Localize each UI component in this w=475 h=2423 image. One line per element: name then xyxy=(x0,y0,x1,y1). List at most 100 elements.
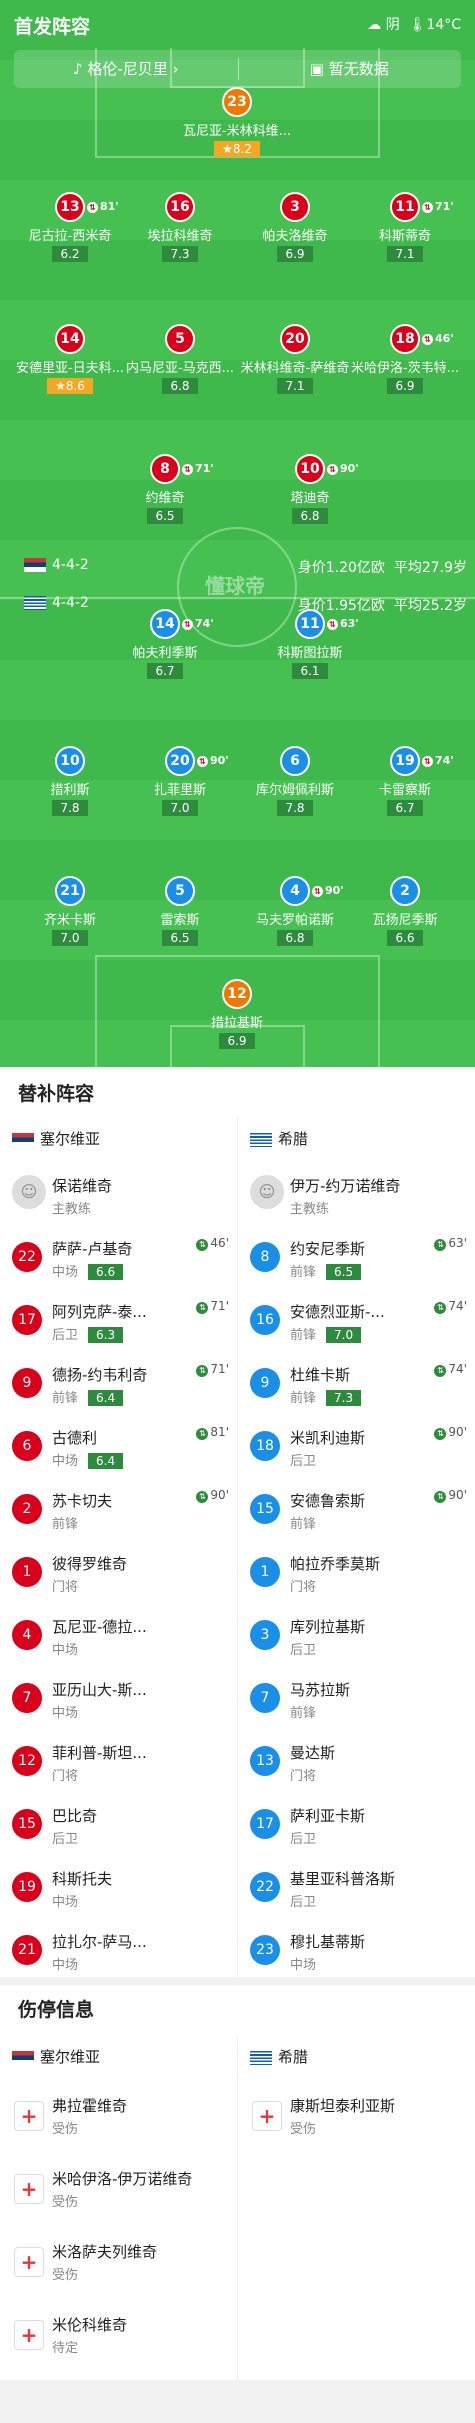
substitute-row[interactable]: 2 苏卡切夫 前锋 ⇅ 90' xyxy=(0,1478,237,1541)
player[interactable]: 11 ⇅ 63' 科斯图拉斯 6.1 xyxy=(255,609,365,679)
player-number: 4 xyxy=(12,1620,42,1650)
substitute-row[interactable]: 13 曼达斯 门将 xyxy=(238,1730,475,1793)
player[interactable]: 11 ⇅ 71' 科斯蒂奇 7.1 xyxy=(350,192,460,262)
away-formation: 4-4-2 xyxy=(24,595,89,611)
player[interactable]: 5 内马尼亚-马克西... 6.8 xyxy=(125,324,235,394)
player-name: 米林科维奇-萨维奇 xyxy=(240,361,350,376)
player-rating: 6.1 xyxy=(292,663,328,679)
substitute-row[interactable]: 23 穆扎基蒂斯 中场 xyxy=(238,1919,475,1982)
player[interactable]: 6 库尔姆佩利斯 7.8 xyxy=(240,746,350,816)
substitute-row[interactable]: 15 巴比奇 后卫 xyxy=(0,1793,237,1856)
formation-text: 4-4-2 xyxy=(52,595,89,611)
player-rating: 7.0 xyxy=(162,800,198,816)
substitute-row[interactable]: 22 基里亚科普洛斯 后卫 xyxy=(238,1856,475,1919)
substitute-row[interactable]: 21 拉扎尔-萨马... 中场 xyxy=(0,1919,237,1982)
player-number: 23 xyxy=(250,1935,280,1965)
player[interactable]: 20 ⇅ 90' 扎菲里斯 7.0 xyxy=(125,746,235,816)
substitute-row[interactable]: 8 约安尼季斯 前锋 6.5 ⇅ 63' xyxy=(238,1226,475,1289)
player-name: 科斯蒂奇 xyxy=(378,229,431,244)
substitute-row[interactable]: 9 德扬-约韦利奇 前锋 6.4 ⇅ 71' xyxy=(0,1352,237,1415)
player-position: 后卫 6.3 xyxy=(52,1324,124,1343)
player[interactable]: 18 ⇅ 46' 米哈伊洛-茨韦特... 6.9 xyxy=(350,324,460,394)
player[interactable]: 23 瓦尼亚-米林科维... ★8.2 xyxy=(182,87,292,157)
sub-on-marker: ⇅ 81' xyxy=(196,1425,229,1440)
coach-row[interactable]: ☺ 保诺维奇 主教练 xyxy=(0,1163,237,1226)
substitute-row[interactable]: 19 科斯托夫 中场 xyxy=(0,1856,237,1919)
player-number: 4 ⇅ 90' xyxy=(280,876,344,906)
substitute-row[interactable]: 1 彼得罗维奇 门将 xyxy=(0,1541,237,1604)
sub-rating: 6.3 xyxy=(88,1327,124,1343)
player[interactable]: 13 ⇅ 81' 尼古拉-西米奇 6.2 xyxy=(15,192,125,262)
player[interactable]: 4 ⇅ 90' 马夫罗帕诺斯 6.8 xyxy=(240,876,350,946)
substitute-row[interactable]: 16 安德烈亚斯-... 前锋 7.0 ⇅ 74' xyxy=(238,1289,475,1352)
star-icon: ★ xyxy=(55,379,66,393)
player[interactable]: 5 雷索斯 6.5 xyxy=(125,876,235,946)
sub-on-marker: ⇅ 71' xyxy=(196,1362,229,1377)
sub-on-icon: ⇅ xyxy=(434,1491,447,1503)
player[interactable]: 12 措拉基斯 6.9 xyxy=(182,979,292,1049)
substitute-row[interactable]: 4 瓦尼亚-德拉... 中场 xyxy=(0,1604,237,1667)
player-name: 保诺维奇 xyxy=(52,1177,113,1195)
player[interactable]: 8 ⇅ 71' 约维奇 6.5 xyxy=(110,454,220,524)
player[interactable]: 21 齐米卡斯 7.0 xyxy=(15,876,125,946)
player-number: 16 xyxy=(165,192,195,222)
injury-row[interactable]: + 米洛萨夫列维奇 受伤 xyxy=(0,2227,237,2300)
team-header: 希腊 xyxy=(238,1115,475,1163)
substitute-row[interactable]: 17 阿列克萨-泰... 后卫 6.3 ⇅ 71' xyxy=(0,1289,237,1352)
injury-row[interactable]: + 米伦科维奇 待定 xyxy=(0,2300,237,2373)
player-number: 17 xyxy=(250,1809,280,1839)
away-subs: 希腊 ☺ 伊万-约万诺维奇 主教练 8 约安尼季斯 前锋 6.5 ⇅ 63' 16 安德烈亚斯-..… xyxy=(238,1115,475,1982)
player-number: 10 ⇅ 90' xyxy=(295,454,359,484)
coach-row[interactable]: ☺ 伊万-约万诺维奇 主教练 xyxy=(238,1163,475,1226)
substitute-row[interactable]: 12 菲利普-斯坦... 门将 xyxy=(0,1730,237,1793)
player-rating: 6.5 xyxy=(147,508,183,524)
medical-cross-icon: + xyxy=(14,2101,44,2131)
player[interactable]: 10 措利斯 7.8 xyxy=(15,746,125,816)
substitution-marker: ⇅ 74' xyxy=(422,748,454,774)
player[interactable]: 20 米林科维奇-萨维奇 7.1 xyxy=(240,324,350,394)
player-number: 23 xyxy=(222,87,252,117)
player-rating: 6.5 xyxy=(162,930,198,946)
team-name: 塞尔维亚 xyxy=(40,2048,101,2066)
player-name: 帕夫洛维奇 xyxy=(262,229,328,244)
substitute-row[interactable]: 22 萨萨-卢基奇 中场 6.6 ⇅ 46' xyxy=(0,1226,237,1289)
player[interactable]: 10 ⇅ 90' 塔迪奇 6.8 xyxy=(255,454,365,524)
substitute-row[interactable]: 7 马苏拉斯 前锋 xyxy=(238,1667,475,1730)
header: 首发阵容 ☁ 阴 🌡14°C xyxy=(0,0,475,48)
medical-cross-icon: + xyxy=(14,2247,44,2277)
player[interactable]: 16 埃拉科维奇 7.3 xyxy=(125,192,235,262)
player-name: 阿列克萨-泰... xyxy=(52,1303,147,1321)
player[interactable]: 14 安德里亚-日夫科... ★8.6 xyxy=(15,324,125,394)
player-rating: 7.1 xyxy=(277,378,313,394)
stadium-icon: ▣ xyxy=(309,60,324,78)
injury-row[interactable]: + 弗拉霍维奇 受伤 xyxy=(0,2081,237,2154)
player[interactable]: 19 ⇅ 74' 卡雷察斯 6.7 xyxy=(350,746,460,816)
sub-on-icon: ⇅ xyxy=(196,1239,209,1251)
player-rating: 7.8 xyxy=(52,800,88,816)
player-number: 13 ⇅ 81' xyxy=(55,192,119,222)
substitute-row[interactable]: 1 帕拉乔季莫斯 门将 xyxy=(238,1541,475,1604)
player-name: 约安尼季斯 xyxy=(290,1240,366,1258)
substitute-row[interactable]: 9 杜维卡斯 前锋 7.3 ⇅ 74' xyxy=(238,1352,475,1415)
player[interactable]: 3 帕夫洛维奇 6.9 xyxy=(240,192,350,262)
venue-text: 暂无数据 xyxy=(328,60,389,78)
player-number: 9 xyxy=(250,1368,280,1398)
player-name: 瓦尼亚-米林科维... xyxy=(182,124,292,139)
player-position: 前锋 6.4 xyxy=(52,1387,124,1406)
injury-row[interactable]: + 康斯坦泰利亚斯 受伤 xyxy=(238,2081,475,2154)
injury-row[interactable]: + 米哈伊洛-伊万诺维奇 受伤 xyxy=(0,2154,237,2227)
player[interactable]: 2 瓦扬尼季斯 6.6 xyxy=(350,876,460,946)
referee-button[interactable]: ♪ 格伦-尼贝里 › xyxy=(14,50,238,88)
substitute-row[interactable]: 15 安德鲁索斯 前锋 ⇅ 90' xyxy=(238,1478,475,1541)
referee-name: 格伦-尼贝里 xyxy=(87,60,168,78)
player[interactable]: 14 ⇅ 74' 帕夫利季斯 6.7 xyxy=(110,609,220,679)
player-position: 中场 xyxy=(52,1706,79,1721)
substitute-row[interactable]: 18 米凯利迪斯 后卫 ⇅ 90' xyxy=(238,1415,475,1478)
substitute-row[interactable]: 3 库列拉基斯 后卫 xyxy=(238,1604,475,1667)
player-name: 尼古拉-西米奇 xyxy=(28,229,112,244)
sub-on-marker: ⇅ 46' xyxy=(196,1236,229,1251)
substitute-row[interactable]: 7 亚历山大-斯... 中场 xyxy=(0,1667,237,1730)
substitute-row[interactable]: 17 萨利亚卡斯 后卫 xyxy=(238,1793,475,1856)
substitute-row[interactable]: 6 古德利 中场 6.4 ⇅ 81' xyxy=(0,1415,237,1478)
sub-rating: 7.3 xyxy=(326,1390,362,1406)
